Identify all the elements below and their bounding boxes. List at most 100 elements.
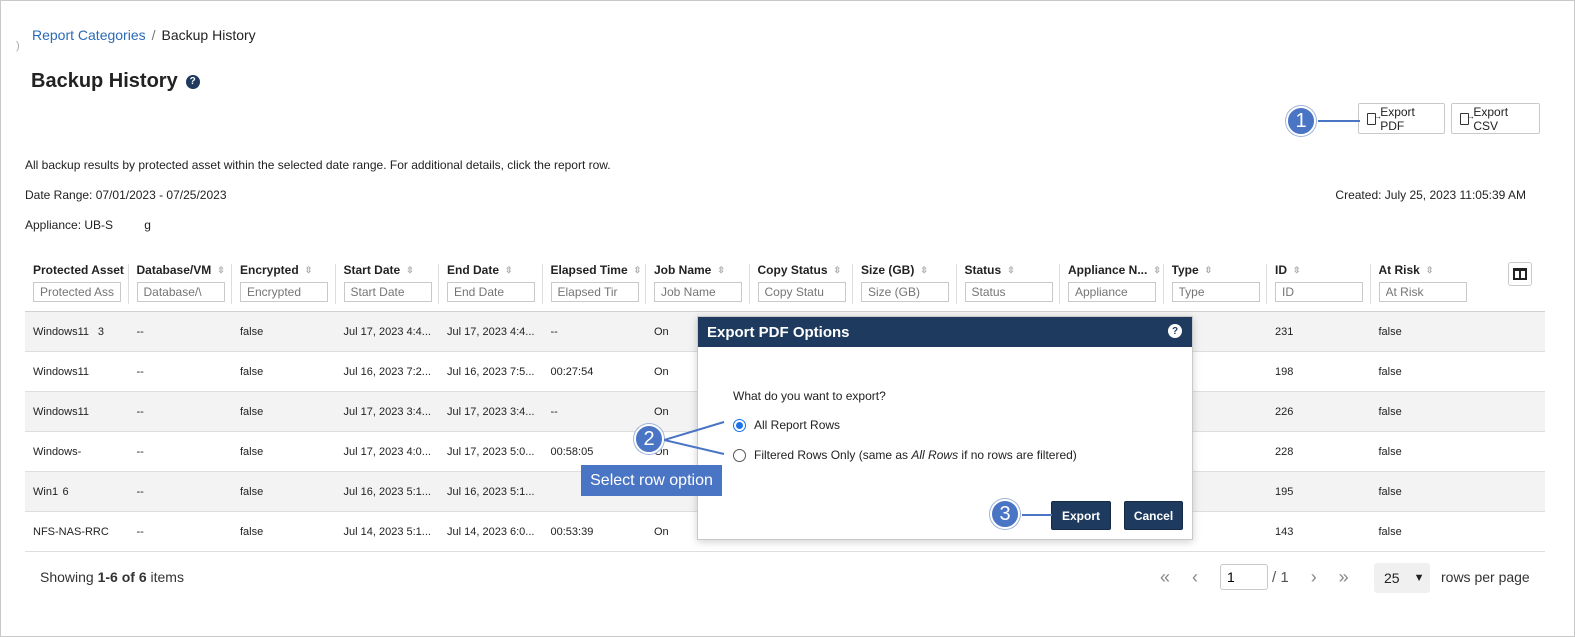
collapse-nub-icon[interactable]: ): [16, 40, 20, 52]
sort-icon[interactable]: ⇳: [305, 266, 313, 275]
table-cell: Jul 17, 2023 3:4...: [343, 405, 431, 418]
column-header-label[interactable]: Job Name ⇳: [654, 263, 750, 277]
column-header-label[interactable]: Elapsed Time ⇳: [551, 263, 647, 277]
sort-icon[interactable]: ⇳: [920, 266, 928, 275]
table-cell: --: [136, 325, 144, 338]
file-export-icon: [1460, 111, 1476, 125]
prev-page-icon[interactable]: ‹: [1184, 567, 1206, 588]
file-export-icon: [1367, 111, 1382, 125]
sort-icon[interactable]: ⇳: [1153, 266, 1161, 275]
page-number-input[interactable]: [1220, 564, 1268, 590]
table-cell: Jul 16, 2023 7:5...: [447, 365, 535, 378]
column-title: Protected Asset: [33, 263, 124, 277]
sort-icon[interactable]: ⇳: [1293, 266, 1301, 275]
table-cell: Windows11 3: [33, 325, 104, 338]
column-title: Database/VM: [136, 263, 212, 277]
first-page-icon[interactable]: «: [1154, 567, 1176, 588]
sort-icon[interactable]: ⇳: [217, 266, 225, 275]
column-header-label[interactable]: Type ⇳: [1172, 263, 1268, 277]
breadcrumb: Report Categories / Backup History: [32, 27, 256, 43]
column-header-label[interactable]: Appliance N... ⇳: [1068, 263, 1164, 277]
column-header-label[interactable]: Start Date ⇳: [344, 263, 440, 277]
column-filter-input[interactable]: [654, 282, 742, 302]
table-cell: 00:27:54: [550, 365, 594, 378]
sort-icon[interactable]: ⇳: [1007, 266, 1015, 275]
sort-icon[interactable]: ⇳: [1205, 266, 1213, 275]
column-header-label[interactable]: Copy Status ⇳: [758, 263, 854, 277]
table-cell: --: [136, 445, 144, 458]
column-filter-input[interactable]: [1378, 282, 1467, 302]
export-pdf-button[interactable]: Export PDF: [1358, 103, 1445, 134]
columns-toggle-icon[interactable]: [1508, 262, 1532, 286]
sort-icon[interactable]: ⇳: [834, 266, 842, 275]
column-header-label[interactable]: Size (GB) ⇳: [861, 263, 957, 277]
table-cell: Jul 14, 2023 6:0...: [447, 525, 535, 538]
column-title: End Date: [447, 263, 500, 277]
column-header-label[interactable]: Encrypted ⇳: [240, 263, 336, 277]
callout-line-3: [1022, 514, 1052, 516]
column-header: Type ⇳: [1164, 256, 1268, 311]
breadcrumb-report-categories[interactable]: Report Categories: [32, 27, 146, 43]
filtered-label-pre: Filtered Rows Only (same as: [754, 448, 912, 462]
help-icon[interactable]: ?: [185, 74, 200, 89]
sort-icon[interactable]: ⇳: [406, 266, 414, 275]
radio-all-rows[interactable]: All Report Rows: [733, 418, 840, 432]
table-cell: false: [1378, 365, 1402, 378]
column-title: Type: [1171, 263, 1199, 277]
sort-icon[interactable]: ⇳: [1426, 266, 1434, 275]
column-filter-input[interactable]: [33, 282, 121, 302]
column-filter-input[interactable]: [1275, 282, 1363, 302]
table-cell: 143: [1275, 525, 1294, 538]
table-cell: Windows11: [33, 365, 90, 378]
column-filter-input[interactable]: [861, 282, 949, 302]
radio-filtered-rows-label: Filtered Rows Only (same as All Rows if …: [754, 448, 1077, 462]
dialog-title: Export PDF Options: [707, 323, 850, 341]
column-header-label[interactable]: At Risk ⇳: [1379, 263, 1475, 277]
radio-all-rows-control[interactable]: [733, 418, 746, 432]
export-button[interactable]: Export: [1051, 501, 1111, 530]
column-header-label[interactable]: Database/VM ⇳: [137, 263, 233, 277]
help-icon[interactable]: ?: [1168, 324, 1182, 338]
showing-suffix: items: [146, 569, 184, 585]
callout-step-2: 2: [634, 424, 664, 454]
table-cell: Jul 16, 2023 7:2...: [343, 365, 431, 378]
showing-range: 1-6 of 6: [97, 569, 147, 585]
radio-filtered-rows-control[interactable]: [733, 448, 746, 462]
sort-icon[interactable]: ⇳: [717, 266, 725, 275]
next-page-icon[interactable]: ›: [1303, 567, 1325, 588]
cancel-button[interactable]: Cancel: [1124, 501, 1183, 530]
column-header-label[interactable]: Protected Asset▼: [33, 263, 129, 277]
column-filter-input[interactable]: [757, 282, 846, 302]
table-cell: Jul 14, 2023 5:1...: [343, 525, 431, 538]
column-filter-input[interactable]: [1068, 282, 1156, 302]
column-header-label[interactable]: ID ⇳: [1275, 263, 1371, 277]
column-filter-input[interactable]: [964, 282, 1053, 302]
export-csv-button[interactable]: Export CSV: [1451, 103, 1540, 134]
breadcrumb-separator: /: [151, 27, 156, 43]
last-page-icon[interactable]: »: [1333, 567, 1355, 588]
table-cell: Jul 17, 2023 4:4...: [447, 325, 535, 338]
column-filter-input[interactable]: [136, 282, 225, 302]
table-cell: 00:58:05: [550, 445, 594, 458]
column-filter-input[interactable]: [240, 282, 328, 302]
column-filter-input[interactable]: [343, 282, 432, 302]
table-cell: 198: [1275, 365, 1294, 378]
column-header-label[interactable]: End Date ⇳: [447, 263, 543, 277]
table-cell: Jul 17, 2023 4:0...: [343, 445, 431, 458]
table-cell: NFS-NAS-RRC: [33, 525, 109, 538]
sort-icon[interactable]: ⇳: [634, 266, 642, 275]
radio-filtered-rows[interactable]: Filtered Rows Only (same as All Rows if …: [733, 448, 1077, 462]
sort-icon[interactable]: ⇳: [505, 266, 513, 275]
column-header-label[interactable]: Status ⇳: [965, 263, 1061, 277]
column-header: At Risk ⇳: [1371, 256, 1475, 311]
column-filter-input[interactable]: [1171, 282, 1260, 302]
table-cell: Jul 17, 2023 5:0...: [447, 445, 535, 458]
table-cell: Jul 17, 2023 3:4...: [447, 405, 535, 418]
table-cell: false: [240, 485, 264, 498]
rows-per-page-select[interactable]: 25 ▼: [1374, 563, 1430, 593]
table-cell: --: [136, 405, 144, 418]
column-filter-input[interactable]: [550, 282, 639, 302]
column-filter-input[interactable]: [447, 282, 535, 302]
column-header: Copy Status ⇳: [750, 256, 854, 311]
column-header: Encrypted ⇳: [232, 256, 336, 311]
